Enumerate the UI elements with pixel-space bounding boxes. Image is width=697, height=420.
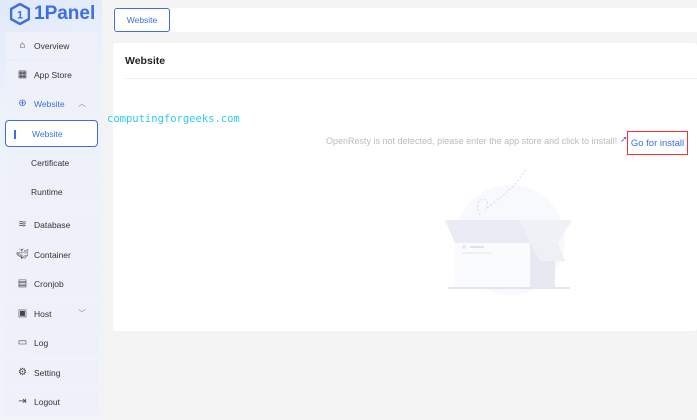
tab-bar: Website	[113, 8, 697, 32]
sidebar-item-label: Database	[34, 219, 71, 230]
logout-icon: ⇥	[18, 396, 27, 407]
sidebar-item-logout[interactable]: ⇥ Logout	[5, 388, 98, 415]
watermark: computingforgeeks.com	[107, 113, 240, 125]
calendar-icon: ▤	[17, 278, 28, 289]
empty-state-illustration	[445, 169, 572, 295]
sidebar-item-database[interactable]: ≋ Database	[5, 211, 98, 238]
sidebar-subitem-certificate[interactable]: Certificate	[5, 149, 98, 176]
sidebar-item-app-store[interactable]: ▦ App Store	[5, 61, 98, 88]
docker-icon: 🐳︎	[16, 249, 29, 260]
sidebar-item-label: Runtime	[31, 186, 63, 197]
home-icon: ⌂	[19, 40, 26, 51]
sidebar-item-log[interactable]: ▭ Log	[5, 329, 98, 356]
sidebar-item-label: Setting	[34, 367, 61, 378]
gear-icon: ⚙	[18, 367, 27, 378]
sidebar-item-label: Overview	[34, 40, 70, 51]
sidebar-item-setting[interactable]: ⚙ Setting	[5, 359, 98, 386]
go-for-install-link[interactable]: Go for install	[627, 131, 688, 155]
sidebar-item-label: Cronjob	[34, 278, 64, 289]
sidebar-item-label: Website	[34, 98, 65, 109]
globe-icon: ⊕	[18, 98, 27, 109]
sidebar-item-cronjob[interactable]: ▤ Cronjob	[5, 270, 98, 297]
sidebar-item-label: App Store	[34, 69, 72, 80]
logo-icon: 1	[10, 3, 30, 25]
server-icon: ▣	[17, 308, 28, 319]
chevron-down-icon: ﹀	[78, 309, 86, 318]
app-name: 1Panel	[34, 3, 96, 24]
log-icon: ▭	[17, 337, 28, 348]
sidebar-subitem-runtime[interactable]: Runtime	[5, 178, 98, 205]
sidebar-item-website[interactable]: ⊕ Website ︿	[5, 90, 98, 117]
chevron-up-icon: ︿	[78, 99, 86, 108]
logo[interactable]: 1 1Panel	[10, 3, 95, 25]
sidebar-item-container[interactable]: 🐳︎ Container	[5, 241, 98, 268]
sidebar-subitem-website[interactable]: Website	[5, 120, 98, 147]
website-card: Website	[113, 43, 697, 331]
sidebar: 1 1Panel ⌂ Overview ▦ App Store ⊕ Website ︿ …	[0, 0, 102, 420]
sidebar-item-label: Container	[34, 249, 71, 260]
database-icon: ≋	[18, 219, 27, 230]
sidebar-item-label: Log	[34, 337, 49, 348]
sidebar-item-label: Logout	[34, 396, 60, 407]
sidebar-item-host[interactable]: ▣ Host ﹀	[5, 300, 98, 327]
sidebar-item-overview[interactable]: ⌂ Overview	[5, 32, 98, 59]
divider	[125, 78, 697, 79]
openresty-message: OpenResty is not detected, please enter …	[326, 136, 618, 146]
grid-icon: ▦	[17, 69, 28, 80]
sidebar-item-label: Host	[34, 308, 52, 319]
svg-text:1: 1	[17, 10, 23, 22]
sidebar-item-label: Certificate	[31, 157, 70, 168]
tab-website[interactable]: Website	[114, 8, 170, 32]
sidebar-item-label: Website	[32, 128, 63, 139]
card-title: Website	[125, 55, 166, 67]
active-indicator	[14, 130, 16, 139]
